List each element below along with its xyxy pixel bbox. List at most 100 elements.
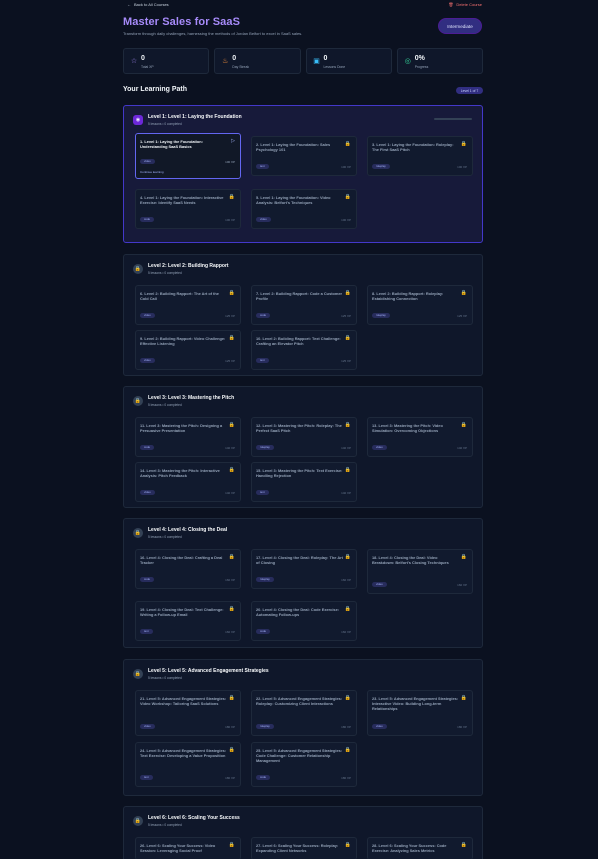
- lesson-title: 26. Level 6: Scaling Your Success: Video…: [140, 843, 216, 854]
- lesson-card[interactable]: 3. Level 1: Laying the Foundation: Rolep…: [367, 136, 473, 176]
- lesson-xp: 140 XP: [225, 491, 235, 495]
- lock-icon: 🔒: [344, 467, 351, 473]
- lesson-xp: 160 XP: [341, 578, 351, 582]
- lock-icon: 🔒: [228, 695, 235, 701]
- delete-course-button[interactable]: 🗑 Delete Course: [448, 2, 482, 7]
- lesson-card[interactable]: 19. Level 4: Closing the Deal: Text Chal…: [135, 601, 241, 641]
- lesson-xp: 140 XP: [225, 446, 235, 450]
- lesson-card[interactable]: 5. Level 1: Laying the Foundation: Video…: [251, 189, 357, 229]
- lesson-card[interactable]: 12. Level 3: Mastering the Pitch: Rolepl…: [251, 417, 357, 457]
- lesson-type-tag: code: [140, 217, 155, 222]
- lesson-xp: 100 XP: [341, 165, 351, 169]
- lock-icon: 🔒: [228, 842, 235, 848]
- lock-icon: 🔒: [460, 422, 467, 428]
- lesson-xp: 125 XP: [457, 314, 467, 318]
- lock-icon: 🔒: [344, 194, 351, 200]
- lesson-title: 2. Level 1: Laying the Foundation: Sales…: [256, 142, 331, 153]
- level-card-3: 🔒 Level 3: Level 3: Mastering the Pitch …: [123, 386, 483, 508]
- lesson-card[interactable]: 14. Level 3: Mastering the Pitch: Intera…: [135, 462, 241, 502]
- lock-icon: 🔒: [133, 528, 143, 538]
- lesson-title: 13. Level 3: Mastering the Pitch: Video …: [372, 423, 443, 434]
- level-card-6: 🔒 Level 6: Level 6: Scaling Your Success…: [123, 806, 483, 859]
- play-icon: ▷: [231, 138, 235, 144]
- level-subtitle: 5 lessons • 0 completed: [148, 535, 182, 539]
- lesson-type-tag: video: [372, 445, 387, 450]
- lesson-card[interactable]: 21. Level 5: Advanced Engagement Strateg…: [135, 690, 241, 736]
- stat-label: Progress: [414, 65, 429, 69]
- level-subtitle: 5 lessons • 0 completed: [148, 676, 182, 680]
- difficulty-badge: Intermediate: [438, 18, 482, 34]
- level-subtitle: 5 lessons • 0 completed: [148, 271, 182, 275]
- lesson-title: 3. Level 1: Laying the Foundation: Rolep…: [372, 142, 454, 153]
- lesson-title: 22. Level 5: Advanced Engagement Strateg…: [256, 696, 343, 707]
- lesson-title: 6. Level 2: Building Rapport: The Art of…: [140, 291, 219, 302]
- lesson-card[interactable]: 10. Level 2: Building Rapport: Text Chal…: [251, 330, 357, 370]
- continue-learning-link[interactable]: Continue learning: [140, 170, 164, 174]
- lesson-card[interactable]: 4. Level 1: Laying the Foundation: Inter…: [135, 189, 241, 229]
- lesson-title: 19. Level 4: Closing the Deal: Text Chal…: [140, 607, 224, 618]
- lesson-xp: 125 XP: [225, 314, 235, 318]
- lesson-card[interactable]: 27. Level 6: Scaling Your Success: Rolep…: [251, 837, 357, 859]
- back-to-courses-link[interactable]: ← Back to All Courses: [127, 2, 169, 7]
- stat-card-lessons: ▣ 0 Lessons Done: [305, 48, 392, 74]
- lesson-card[interactable]: 17. Level 4: Closing the Deal: Roleplay:…: [251, 549, 357, 589]
- stat-label: Lessons Done: [323, 65, 346, 69]
- stat-value: 0: [141, 55, 145, 62]
- lesson-card[interactable]: 24. Level 5: Advanced Engagement Strateg…: [135, 742, 241, 787]
- lock-icon: 🔒: [228, 290, 235, 296]
- lock-icon: 🔒: [460, 695, 467, 701]
- lock-icon: 🔒: [228, 335, 235, 341]
- lesson-card[interactable]: 6. Level 2: Building Rapport: The Art of…: [135, 285, 241, 325]
- lesson-card[interactable]: 16. Level 4: Closing the Deal: Crafting …: [135, 549, 241, 589]
- course-subtitle: Transform through daily challenges, harn…: [123, 31, 303, 36]
- lesson-card[interactable]: 18. Level 4: Closing the Deal: Video Bre…: [367, 549, 473, 594]
- level-title: Level 1: Level 1: Laying the Foundation: [148, 114, 242, 120]
- lesson-type-tag: video: [140, 159, 155, 164]
- lesson-xp: 180 XP: [225, 776, 235, 780]
- lesson-xp: 125 XP: [341, 359, 351, 363]
- stat-value: 0%: [414, 55, 425, 62]
- lesson-card[interactable]: 15. Level 3: Mastering the Pitch: Text E…: [251, 462, 357, 502]
- lesson-xp: 125 XP: [225, 359, 235, 363]
- lesson-xp: 160 XP: [457, 583, 467, 587]
- lock-icon: 🔒: [344, 747, 351, 753]
- lesson-card[interactable]: 11. Level 3: Mastering the Pitch: Design…: [135, 417, 241, 457]
- back-label: Back to All Courses: [134, 2, 169, 7]
- lock-icon: 🔒: [133, 816, 143, 826]
- lesson-type-tag: code: [140, 577, 155, 582]
- stat-card-xp: ☆ 0 Total XP: [123, 48, 210, 74]
- lesson-card[interactable]: 8. Level 2: Building Rapport: Roleplay: …: [367, 285, 473, 325]
- lesson-card[interactable]: 2. Level 1: Laying the Foundation: Sales…: [251, 136, 357, 176]
- lesson-title: 9. Level 2: Building Rapport: Video Chal…: [140, 336, 226, 347]
- stat-card-progress: ◎ 0% Progress: [396, 48, 483, 74]
- lesson-card[interactable]: 23. Level 5: Advanced Engagement Strateg…: [367, 690, 473, 736]
- lesson-card[interactable]: 25. Level 5: Advanced Engagement Strateg…: [251, 742, 357, 787]
- level-card-2: 🔒 Level 2: Level 2: Building Rapport 5 l…: [123, 254, 483, 376]
- lesson-title: 10. Level 2: Building Rapport: Text Chal…: [256, 336, 341, 347]
- lesson-card[interactable]: 1. Level 1: Laying the Foundation: Under…: [135, 133, 241, 179]
- lesson-card[interactable]: 13. Level 3: Mastering the Pitch: Video …: [367, 417, 473, 457]
- lesson-card[interactable]: 28. Level 6: Scaling Your Success: Code …: [367, 837, 473, 859]
- lesson-type-tag: video: [256, 217, 271, 222]
- lock-icon: 🔒: [460, 290, 467, 296]
- lesson-card[interactable]: 26. Level 6: Scaling Your Success: Video…: [135, 837, 241, 859]
- level-title: Level 6: Level 6: Scaling Your Success: [148, 815, 240, 821]
- lesson-title: 24. Level 5: Advanced Engagement Strateg…: [140, 748, 227, 759]
- lesson-xp: 140 XP: [341, 446, 351, 450]
- lesson-card[interactable]: 22. Level 5: Advanced Engagement Strateg…: [251, 690, 357, 736]
- lesson-xp: 160 XP: [225, 578, 235, 582]
- lesson-type-tag: text: [140, 629, 153, 634]
- lesson-type-tag: video: [372, 724, 387, 729]
- lesson-xp: 100 XP: [225, 160, 235, 164]
- lesson-type-tag: roleplay: [256, 577, 274, 582]
- lesson-card[interactable]: 7. Level 2: Building Rapport: Code a Cus…: [251, 285, 357, 325]
- lock-icon: 🔒: [344, 695, 351, 701]
- level-icon: ◉: [133, 115, 143, 125]
- lesson-title: 7. Level 2: Building Rapport: Code a Cus…: [256, 291, 343, 302]
- lesson-xp: 180 XP: [341, 776, 351, 780]
- lock-icon: 🔒: [344, 842, 351, 848]
- lesson-card[interactable]: 9. Level 2: Building Rapport: Video Chal…: [135, 330, 241, 370]
- lesson-title: 25. Level 5: Advanced Engagement Strateg…: [256, 748, 343, 764]
- lesson-card[interactable]: 20. Level 4: Closing the Deal: Code Exer…: [251, 601, 357, 641]
- level-progress-bar: [434, 118, 472, 120]
